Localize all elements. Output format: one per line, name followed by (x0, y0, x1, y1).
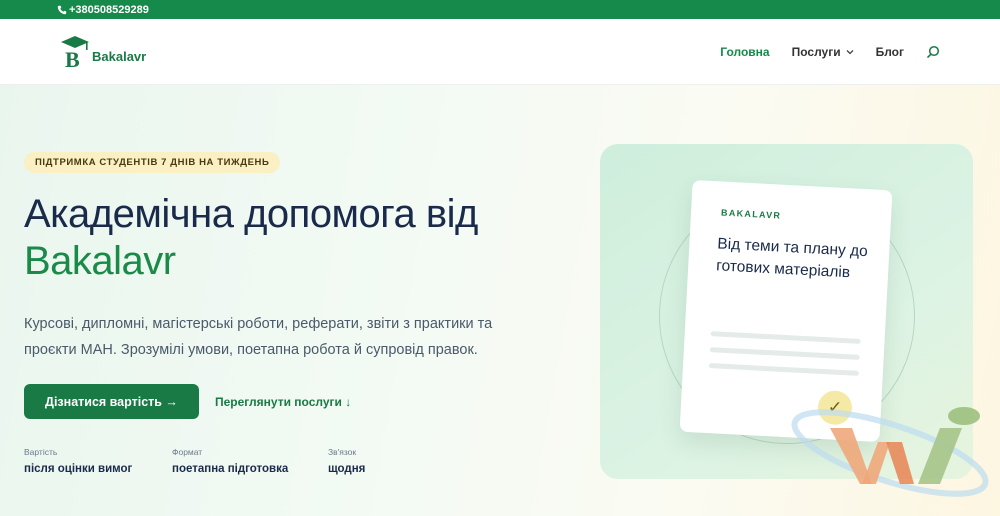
nav-item-services[interactable]: Послуги (792, 45, 854, 59)
nav-item-home[interactable]: Головна (720, 45, 769, 59)
fact-value: поетапна підготовка (172, 463, 289, 475)
top-contact-bar: +380508529289 (0, 0, 1000, 19)
view-services-link[interactable]: Переглянути послуги ↓ (215, 384, 351, 419)
document-line (710, 331, 861, 344)
nav-item-blog[interactable]: Блог (876, 45, 904, 59)
logo-text: Bakalavr (92, 48, 147, 64)
hero-title-main: Академічна допомога від (24, 192, 478, 236)
document-line (709, 347, 860, 360)
support-badge: ПІДТРИМКА СТУДЕНТІВ 7 ДНІВ НА ТИЖДЕНЬ (24, 152, 281, 173)
document-text: Від теми та плану до готових матеріалів (715, 235, 869, 282)
logo[interactable]: B Bakalavr (60, 34, 146, 68)
fact-format: Формат поетапна підготовка (172, 447, 288, 475)
search-icon[interactable] (926, 45, 940, 59)
fact-price: Вартість після оцінки вимог (24, 447, 132, 475)
fact-value: щодня (328, 463, 366, 475)
hero-title-accent: Bakalavr (24, 239, 176, 283)
fact-label: Формат (172, 447, 203, 457)
fact-label: Вартість (24, 447, 58, 457)
fact-contact: Зв'язок щодня (328, 447, 365, 475)
watermark-logo-icon (791, 407, 989, 497)
hero-title: Академічна допомога від Bakalavr (24, 191, 584, 285)
graduation-cap-logo-icon: B (61, 36, 89, 68)
phone-number[interactable]: +380508529289 (69, 4, 149, 16)
nav-item-services-label: Послуги (791, 45, 841, 59)
document-brand: BAKALAVR (720, 207, 782, 221)
document-line (708, 363, 859, 376)
get-price-button[interactable]: Дізнатися вартість → (24, 384, 199, 419)
chevron-down-icon (846, 50, 854, 55)
svg-text:B: B (65, 47, 80, 68)
fact-label: Зв'язок (328, 447, 357, 457)
main-nav: Головна Послуги Блог (720, 19, 940, 85)
hero-section: ПІДТРИМКА СТУДЕНТІВ 7 ДНІВ НА ТИЖДЕНЬ Ак… (0, 85, 1000, 516)
hero-description: Курсові, дипломні, магістерські роботи, … (24, 316, 493, 358)
fact-value: після оцінки вимог (24, 463, 133, 475)
phone-icon (57, 5, 67, 14)
site-header: B Bakalavr Головна Послуги Блог (0, 19, 1000, 85)
